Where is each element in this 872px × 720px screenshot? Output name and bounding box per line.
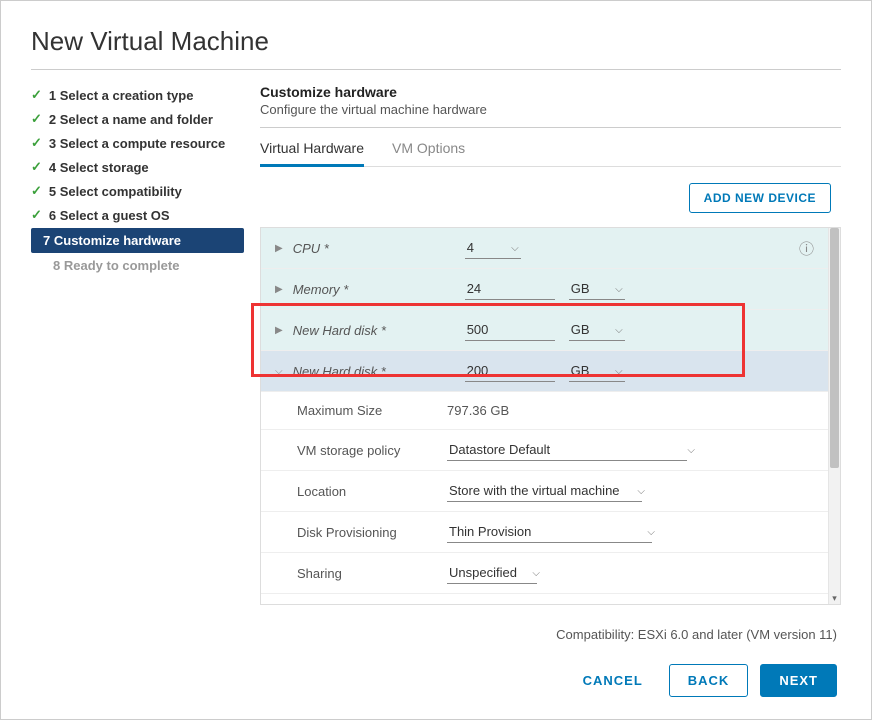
sharing-value[interactable] [447, 562, 537, 584]
divider [260, 127, 841, 128]
provisioning-value[interactable] [447, 521, 652, 543]
row-controls: ⌵ [465, 360, 814, 382]
row-label: Disk Provisioning [297, 525, 447, 540]
step-8-ready: 8 Ready to complete [31, 255, 244, 276]
chevron-right-icon[interactable]: ▶ [275, 325, 283, 336]
row-label: New Hard disk * [293, 323, 465, 338]
next-button[interactable]: NEXT [760, 664, 837, 697]
main-panel: Customize hardware Configure the virtual… [260, 84, 841, 642]
provisioning-select[interactable]: ⌵ [447, 521, 657, 543]
cpu-value[interactable] [465, 237, 521, 259]
step-7-customize-hardware[interactable]: 7 Customize hardware [31, 228, 244, 253]
add-new-device-button[interactable]: ADD NEW DEVICE [689, 183, 831, 213]
max-size-value: 797.36 GB [447, 403, 509, 418]
dialog-title: New Virtual Machine [31, 26, 841, 57]
row-label: VM storage policy [297, 443, 447, 458]
row-controls: ⌵ [465, 319, 814, 341]
scroll-body: ▶ CPU * ⌵ ⓘ ▶ Me [261, 228, 828, 604]
memory-value[interactable] [465, 278, 555, 300]
step-1-creation-type[interactable]: ✓ 1 Select a creation type [31, 84, 244, 106]
check-icon: ✓ [31, 135, 42, 151]
row-label: CPU * [293, 241, 465, 256]
hd2-unit[interactable] [569, 360, 625, 382]
memory-unit-select[interactable]: ⌵ [569, 278, 625, 300]
row-label: Location [297, 484, 447, 499]
row-label: New Hard disk * [293, 364, 465, 379]
section-subtitle: Configure the virtual machine hardware [260, 102, 841, 117]
hardware-table: ▶ CPU * ⌵ ⓘ ▶ Me [260, 227, 841, 605]
new-vm-dialog: New Virtual Machine ✓ 1 Select a creatio… [1, 1, 871, 719]
chevron-right-icon[interactable]: ▶ [275, 284, 283, 295]
location-select[interactable]: ⌵ [447, 480, 647, 502]
hd1-value[interactable] [465, 319, 555, 341]
tab-vm-options[interactable]: VM Options [392, 134, 465, 166]
memory-unit[interactable] [569, 278, 625, 300]
row-location: Location ⌵ [261, 471, 828, 512]
hd1-unit-select[interactable]: ⌵ [569, 319, 625, 341]
shares-level-select[interactable]: ⌵ [447, 603, 517, 604]
info-icon[interactable]: ⓘ [799, 238, 814, 259]
vertical-scrollbar[interactable]: ▾ [828, 228, 840, 604]
cancel-button[interactable]: CANCEL [569, 664, 657, 697]
row-controls: ⌵ [447, 603, 814, 604]
row-label: Memory * [293, 282, 465, 297]
check-icon: ✓ [31, 183, 42, 199]
cpu-select[interactable]: ⌵ [465, 237, 521, 259]
dialog-content: ✓ 1 Select a creation type ✓ 2 Select a … [31, 84, 841, 642]
row-hard-disk-1: ▶ New Hard disk * ⌵ [261, 310, 828, 351]
row-memory: ▶ Memory * ⌵ [261, 269, 828, 310]
row-value: 797.36 GB [447, 403, 814, 418]
compatibility-text: Compatibility: ESXi 6.0 and later (VM ve… [260, 627, 841, 642]
check-icon: ✓ [31, 159, 42, 175]
step-4-storage[interactable]: ✓ 4 Select storage [31, 156, 244, 178]
tab-virtual-hardware[interactable]: Virtual Hardware [260, 134, 364, 167]
add-device-row: ADD NEW DEVICE [260, 183, 841, 213]
back-button[interactable]: BACK [669, 664, 749, 697]
check-icon: ✓ [31, 111, 42, 127]
row-controls: ⌵ [465, 278, 814, 300]
sharing-select[interactable]: ⌵ [447, 562, 542, 584]
row-controls: ⌵ [447, 521, 814, 543]
step-3-compute[interactable]: ✓ 3 Select a compute resource [31, 132, 244, 154]
row-label: Maximum Size [297, 403, 447, 418]
chevron-down-icon: ⌵ [687, 445, 695, 456]
row-hard-disk-2: ⌵ New Hard disk * ⌵ [261, 351, 828, 392]
row-sharing: Sharing ⌵ [261, 553, 828, 594]
row-controls: ⌵ [447, 439, 814, 461]
storage-policy-value[interactable] [447, 439, 687, 461]
row-controls: ⌵ [447, 480, 814, 502]
shares-level[interactable] [447, 603, 512, 604]
hd2-unit-select[interactable]: ⌵ [569, 360, 625, 382]
section-title: Customize hardware [260, 84, 841, 100]
location-value[interactable] [447, 480, 642, 502]
dialog-footer: CANCEL BACK NEXT [31, 642, 841, 719]
divider [31, 69, 841, 70]
storage-policy-select[interactable]: ⌵ [447, 439, 697, 461]
row-label: Sharing [297, 566, 447, 581]
shares-value[interactable] [531, 603, 601, 604]
row-controls: ⌵ [465, 237, 799, 259]
hardware-tabs: Virtual Hardware VM Options [260, 134, 841, 167]
check-icon: ✓ [31, 87, 42, 103]
hd1-unit[interactable] [569, 319, 625, 341]
row-storage-policy: VM storage policy ⌵ [261, 430, 828, 471]
step-6-guest-os[interactable]: ✓ 6 Select a guest OS [31, 204, 244, 226]
row-shares: Shares ⌵ [261, 594, 828, 604]
chevron-down-icon[interactable]: ⌵ [275, 366, 283, 377]
scrollbar-thumb[interactable] [830, 228, 839, 468]
hardware-panel-wrap: ▶ CPU * ⌵ ⓘ ▶ Me [260, 227, 841, 617]
chevron-right-icon[interactable]: ▶ [275, 243, 283, 254]
wizard-steps: ✓ 1 Select a creation type ✓ 2 Select a … [31, 84, 244, 642]
row-disk-provisioning: Disk Provisioning ⌵ [261, 512, 828, 553]
row-cpu: ▶ CPU * ⌵ ⓘ [261, 228, 828, 269]
row-controls: ⌵ [447, 562, 814, 584]
scroll-down-arrow-icon[interactable]: ▾ [829, 592, 840, 604]
check-icon: ✓ [31, 207, 42, 223]
row-maximum-size: Maximum Size 797.36 GB [261, 392, 828, 430]
hd2-value[interactable] [465, 360, 555, 382]
step-2-name-folder[interactable]: ✓ 2 Select a name and folder [31, 108, 244, 130]
step-5-compatibility[interactable]: ✓ 5 Select compatibility [31, 180, 244, 202]
